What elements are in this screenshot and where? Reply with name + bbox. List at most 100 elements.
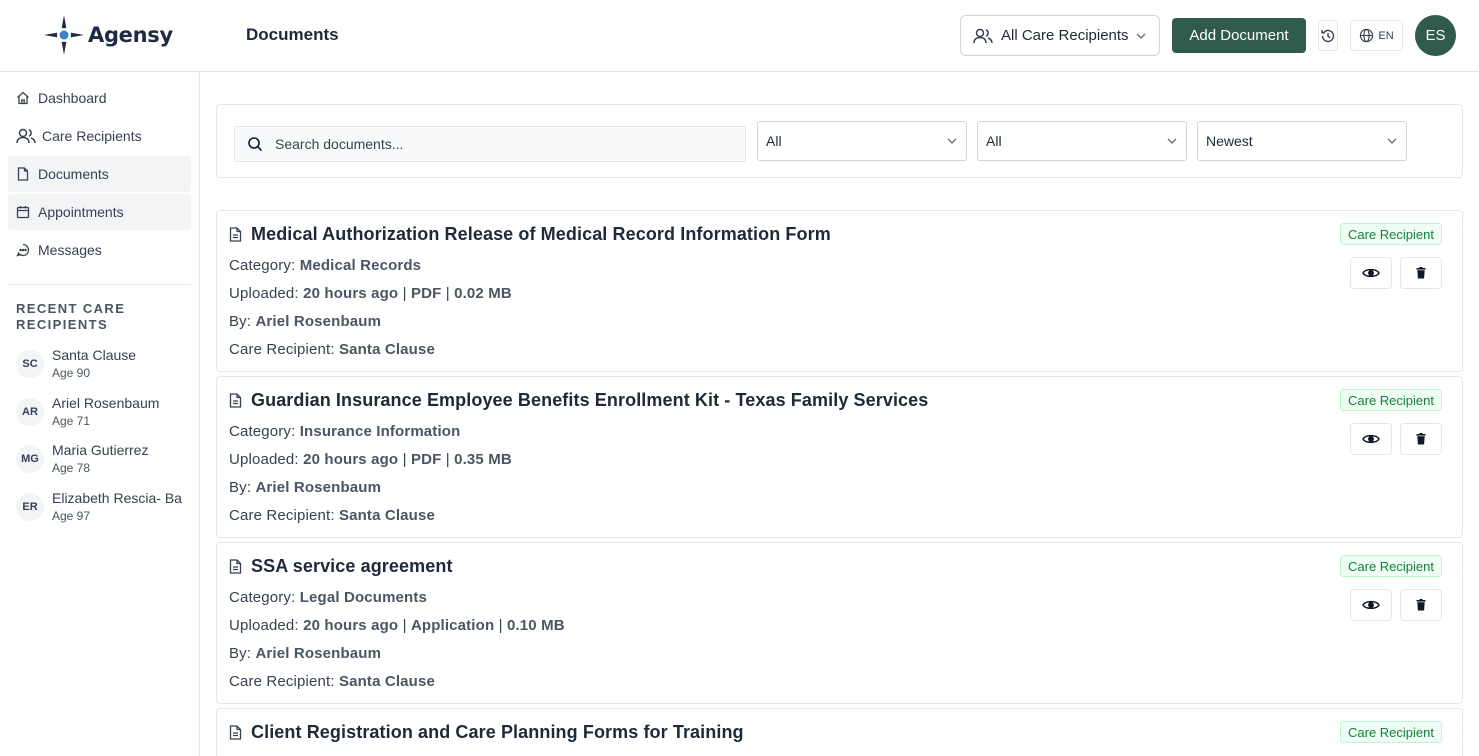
delete-document-button[interactable] (1400, 423, 1442, 455)
delete-document-button[interactable] (1400, 589, 1442, 621)
view-document-button[interactable] (1350, 589, 1392, 621)
recipient-initials: MG (16, 445, 44, 473)
sort-select[interactable]: Newest (1197, 121, 1407, 161)
document-card: Medical Authorization Release of Medical… (216, 210, 1463, 372)
recipient-age: Age 71 (52, 413, 91, 428)
care-recipient-badge: Care Recipient (1340, 389, 1442, 411)
search-input[interactable] (275, 136, 735, 152)
sidebar-item-documents[interactable]: Documents (8, 156, 191, 192)
care-recipient-badge: Care Recipient (1340, 555, 1442, 577)
document-uploader: By: Ariel Rosenbaum (229, 479, 382, 496)
view-document-button[interactable] (1350, 423, 1392, 455)
eye-icon (1362, 268, 1380, 278)
recent-recipient-item[interactable]: ER Elizabeth Rescia- Ba Age 97 (16, 489, 200, 537)
chevron-down-icon (1136, 32, 1146, 39)
sidebar-item-label: Messages (38, 242, 102, 258)
document-upload-info: Uploaded: 20 hours ago | Application | 0… (229, 617, 565, 634)
sidebar-item-messages[interactable]: Messages (8, 232, 191, 268)
history-icon (1321, 29, 1335, 42)
page-title: Documents (246, 25, 339, 44)
file-icon (16, 167, 30, 181)
category-filter-select[interactable]: All (757, 121, 967, 161)
document-card: SSA service agreement Category: Legal Do… (216, 542, 1463, 704)
document-card: Guardian Insurance Employee Benefits Enr… (216, 376, 1463, 538)
user-avatar[interactable]: ES (1415, 15, 1456, 56)
document-title[interactable]: SSA service agreement (251, 556, 453, 577)
sidebar-item-label: Appointments (38, 204, 124, 220)
document-icon (229, 724, 243, 741)
document-category: Category: Legal Documents (229, 589, 427, 606)
calendar-icon (16, 205, 30, 219)
logo-text: Agensy (88, 23, 173, 47)
care-recipient-badge: Care Recipient (1340, 223, 1442, 245)
document-upload-info: Uploaded: 20 hours ago | PDF | 0.02 MB (229, 285, 512, 302)
top-bar: Agensy Documents All Care Recipients Add… (0, 0, 1479, 72)
document-recipient: Care Recipient: Santa Clause (229, 341, 435, 358)
recipient-name: Ariel Rosenbaum (52, 394, 160, 411)
care-recipients-select-value: All Care Recipients (1001, 27, 1129, 44)
recipient-name: Santa Clause (52, 347, 137, 363)
add-document-button[interactable]: Add Document (1172, 18, 1306, 53)
type-filter-select[interactable]: All (977, 121, 1187, 161)
care-recipient-badge: Care Recipient (1340, 721, 1442, 743)
eye-icon (1362, 600, 1380, 610)
globe-icon (1360, 28, 1374, 43)
home-icon (16, 91, 30, 105)
recipient-age: Age 78 (52, 461, 91, 475)
recipient-age: Age 97 (52, 508, 91, 523)
document-upload-info: Uploaded: 20 hours ago | PDF | 0.35 MB (229, 451, 512, 468)
recipient-initials: AR (16, 397, 44, 426)
language-label: EN (1378, 29, 1394, 42)
chevron-down-icon (1387, 138, 1397, 144)
search-icon (247, 136, 263, 152)
document-icon (229, 392, 243, 409)
recipient-age: Age 90 (52, 366, 91, 380)
recent-care-recipients-title: RECENT CARE RECIPIENTS (16, 301, 126, 332)
recent-recipient-item[interactable]: SC Santa Clause Age 90 (16, 346, 200, 394)
recipient-name: Maria Gutierrez (52, 442, 149, 458)
app-root: Agensy Documents All Care Recipients Add… (0, 0, 1479, 756)
logo[interactable]: Agensy (42, 13, 173, 57)
search-box (234, 126, 746, 162)
document-uploader: By: Ariel Rosenbaum (229, 313, 382, 330)
sidebar-item-dashboard[interactable]: Dashboard (8, 80, 191, 116)
sidebar-item-care-recipients[interactable]: Care Recipients (8, 118, 191, 154)
document-title[interactable]: Guardian Insurance Employee Benefits Enr… (251, 390, 928, 411)
delete-document-button[interactable] (1400, 257, 1442, 289)
trash-icon (1416, 267, 1426, 279)
sidebar-item-appointments[interactable]: Appointments (8, 194, 191, 230)
history-button[interactable] (1318, 20, 1338, 51)
care-recipients-select[interactable]: All Care Recipients (960, 15, 1160, 56)
document-uploader: By: Ariel Rosenbaum (229, 645, 382, 662)
users-icon (973, 28, 993, 43)
recent-care-recipients-list: SC Santa Clause Age 90 AR Ariel Rosenbaum… (16, 346, 200, 536)
recipient-initials: SC (16, 350, 44, 378)
document-recipient: Care Recipient: Santa Clause (229, 507, 435, 524)
sidebar-item-label: Documents (38, 166, 109, 182)
sidebar-divider (8, 284, 191, 285)
logo-star-icon (44, 15, 84, 55)
document-recipient: Care Recipient: Santa Clause (229, 673, 435, 690)
trash-icon (1416, 599, 1426, 611)
document-category: Category: Insurance Information (229, 423, 461, 440)
chevron-down-icon (1167, 138, 1177, 144)
type-filter-value: All (986, 133, 1002, 149)
recent-recipient-item[interactable]: MG Maria Gutierrez Age 78 (16, 441, 200, 489)
message-icon (16, 243, 30, 257)
view-document-button[interactable] (1350, 257, 1392, 289)
category-filter-value: All (766, 133, 782, 149)
users-icon (16, 128, 36, 144)
sidebar-item-label: Dashboard (38, 90, 107, 106)
document-icon (229, 226, 243, 243)
document-title[interactable]: Medical Authorization Release of Medical… (251, 224, 831, 245)
sidebar-item-label: Care Recipients (42, 128, 142, 144)
recipient-initials: ER (16, 492, 44, 521)
recipient-name: Elizabeth Rescia- Ba (52, 489, 182, 506)
sidebar-nav: Dashboard Care Recipients Documents Appo… (8, 80, 191, 270)
chevron-down-icon (947, 138, 957, 144)
filters-panel: All All Newest (216, 104, 1463, 178)
document-title[interactable]: Client Registration and Care Planning Fo… (251, 722, 744, 743)
recent-recipient-item[interactable]: AR Ariel Rosenbaum Age 71 (16, 394, 200, 442)
language-button[interactable]: EN (1350, 20, 1403, 51)
document-card: Client Registration and Care Planning Fo… (216, 708, 1463, 756)
